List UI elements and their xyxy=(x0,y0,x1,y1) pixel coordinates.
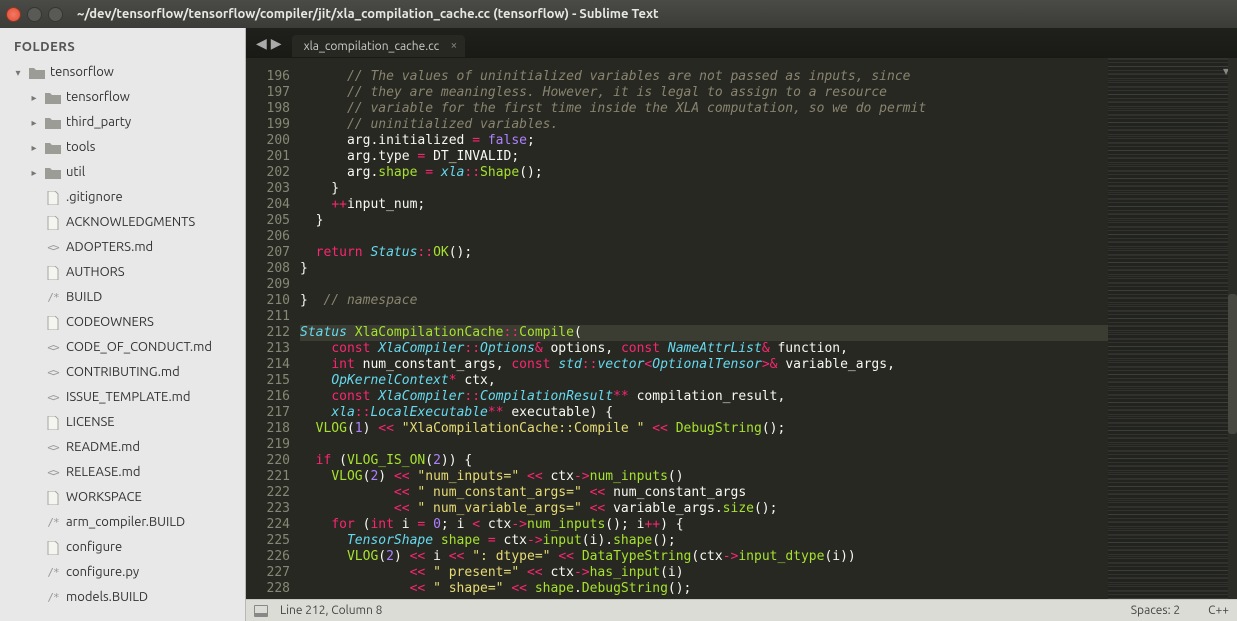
file-icon xyxy=(44,316,62,330)
file-item[interactable]: /* arm_compiler.BUILD xyxy=(4,510,245,535)
folder-item[interactable]: ▾ tensorflow xyxy=(4,60,245,85)
build-file-icon: /* xyxy=(44,591,62,605)
chevron-right-icon[interactable]: ▸ xyxy=(28,117,40,129)
folder-icon xyxy=(44,166,62,180)
tab-bar[interactable]: ◀ ▶ xla_compilation_cache.cc × xyxy=(246,28,1237,58)
file-icon xyxy=(44,416,62,430)
window-titlebar: ~/dev/tensorflow/tensorflow/compiler/jit… xyxy=(0,0,1237,28)
file-item[interactable]: <> CONTRIBUTING.md xyxy=(4,360,245,385)
build-file-icon: /* xyxy=(44,566,62,580)
file-item[interactable]: ACKNOWLEDGMENTS xyxy=(4,210,245,235)
folder-tree[interactable]: ▾ tensorflow ▸ tensorflow ▸ third_party ▸ tools… xyxy=(0,58,245,616)
tree-label: configure.py xyxy=(66,562,139,583)
file-item[interactable]: /* BUILD xyxy=(4,285,245,310)
file-icon xyxy=(44,541,62,555)
folder-icon xyxy=(44,91,62,105)
tree-label: .gitignore xyxy=(66,187,123,208)
folder-item[interactable]: ▸ tensorflow xyxy=(4,85,245,110)
chevron-right-icon[interactable]: ▸ xyxy=(28,92,40,104)
tree-label: WORKSPACE xyxy=(66,487,142,508)
file-item[interactable]: /* models.BUILD xyxy=(4,585,245,610)
tree-label: LICENSE xyxy=(66,412,115,433)
file-item[interactable]: LICENSE xyxy=(4,410,245,435)
folder-item[interactable]: ▸ util xyxy=(4,160,245,185)
file-item[interactable]: <> RELEASE.md xyxy=(4,460,245,485)
tree-label: third_party xyxy=(66,112,131,133)
close-tab-icon[interactable]: × xyxy=(450,39,457,52)
sidebar-header: FOLDERS xyxy=(0,28,245,58)
status-position: Line 212, Column 8 xyxy=(280,604,382,617)
chevron-right-icon[interactable]: ▸ xyxy=(28,167,40,179)
status-bar: Line 212, Column 8 Spaces: 2 C++ xyxy=(246,599,1237,621)
tree-label: tensorflow xyxy=(66,87,130,108)
file-item[interactable]: WORKSPACE xyxy=(4,485,245,510)
file-item[interactable]: .gitignore xyxy=(4,185,245,210)
tree-label: AUTHORS xyxy=(66,262,125,283)
minimize-icon[interactable] xyxy=(27,7,42,22)
status-syntax[interactable]: C++ xyxy=(1208,604,1229,617)
markup-file-icon: <> xyxy=(44,341,62,355)
scrollbar-vertical[interactable] xyxy=(1228,58,1237,599)
maximize-icon[interactable] xyxy=(48,7,63,22)
chevron-right-icon[interactable]: ▸ xyxy=(28,142,40,154)
tree-label: models.BUILD xyxy=(66,587,148,608)
chevron-down-icon[interactable]: ▾ xyxy=(12,67,24,79)
markup-file-icon: <> xyxy=(44,366,62,380)
tree-label: README.md xyxy=(66,437,140,458)
file-item[interactable]: /* configure.py xyxy=(4,560,245,585)
file-item[interactable]: <> ADOPTERS.md xyxy=(4,235,245,260)
file-item[interactable]: configure xyxy=(4,535,245,560)
tree-label: RELEASE.md xyxy=(66,462,140,483)
status-spaces[interactable]: Spaces: 2 xyxy=(1131,604,1180,617)
file-item[interactable]: <> ISSUE_TEMPLATE.md xyxy=(4,385,245,410)
close-icon[interactable] xyxy=(6,7,21,22)
folder-icon xyxy=(28,66,46,80)
tree-label: BUILD xyxy=(66,287,102,308)
panel-icon[interactable] xyxy=(254,605,268,617)
markup-file-icon: <> xyxy=(44,441,62,455)
markup-file-icon: <> xyxy=(44,466,62,480)
scrollbar-thumb[interactable] xyxy=(1228,294,1237,434)
markup-file-icon: <> xyxy=(44,241,62,255)
tab-active[interactable]: xla_compilation_cache.cc × xyxy=(292,35,466,57)
tree-label: tools xyxy=(66,137,95,158)
line-number-gutter[interactable]: 1961971981992002012022032042052062072082… xyxy=(246,58,296,599)
file-icon xyxy=(44,266,62,280)
code-editor[interactable]: // The values of uninitialized variables… xyxy=(296,58,1108,599)
build-file-icon: /* xyxy=(44,291,62,305)
file-icon xyxy=(44,191,62,205)
tree-label: ISSUE_TEMPLATE.md xyxy=(66,387,191,408)
folder-icon xyxy=(44,141,62,155)
tree-label: configure xyxy=(66,537,122,558)
tree-label: util xyxy=(66,162,85,183)
file-item[interactable]: CODEOWNERS xyxy=(4,310,245,335)
tree-label: CONTRIBUTING.md xyxy=(66,362,180,383)
tab-label: xla_compilation_cache.cc xyxy=(304,40,440,53)
file-item[interactable]: AUTHORS xyxy=(4,260,245,285)
folder-item[interactable]: ▸ tools xyxy=(4,135,245,160)
tree-label: ACKNOWLEDGMENTS xyxy=(66,212,195,233)
build-file-icon: /* xyxy=(44,516,62,530)
folder-icon xyxy=(44,116,62,130)
file-item[interactable]: <> CODE_OF_CONDUCT.md xyxy=(4,335,245,360)
nav-next-icon[interactable]: ▶ xyxy=(269,33,284,54)
tree-label: CODE_OF_CONDUCT.md xyxy=(66,337,212,358)
folder-item[interactable]: ▸ third_party xyxy=(4,110,245,135)
tree-label: tensorflow xyxy=(50,62,114,83)
file-item[interactable]: <> README.md xyxy=(4,435,245,460)
sidebar[interactable]: FOLDERS ▾ tensorflow ▸ tensorflow ▸ third_par… xyxy=(0,28,246,621)
tree-label: ADOPTERS.md xyxy=(66,237,153,258)
minimap[interactable] xyxy=(1108,58,1228,599)
file-icon xyxy=(44,491,62,505)
window-title: ~/dev/tensorflow/tensorflow/compiler/jit… xyxy=(77,7,659,21)
nav-prev-icon[interactable]: ◀ xyxy=(254,33,269,54)
file-icon xyxy=(44,216,62,230)
tree-label: arm_compiler.BUILD xyxy=(66,512,185,533)
tree-label: CODEOWNERS xyxy=(66,312,154,333)
markup-file-icon: <> xyxy=(44,391,62,405)
